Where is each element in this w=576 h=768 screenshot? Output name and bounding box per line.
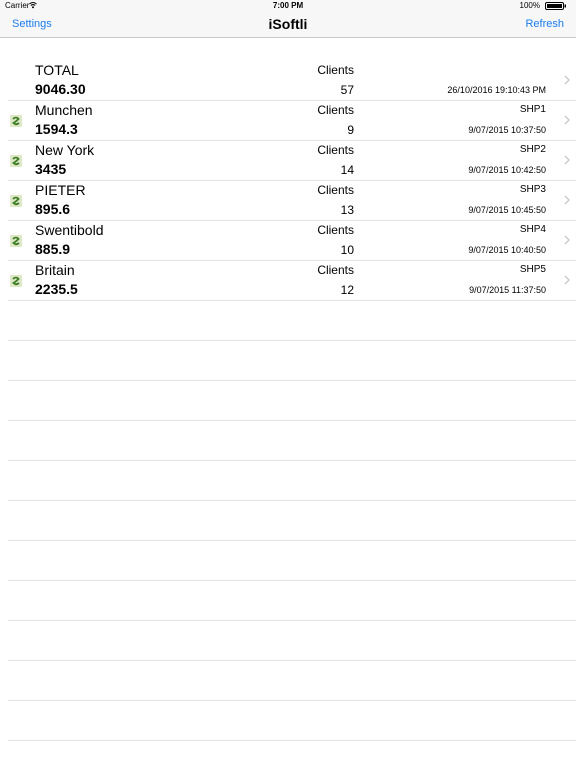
total-clients-label: Clients (317, 63, 354, 77)
shop-clients-count: 10 (340, 243, 354, 257)
shop-name: Swentibold (35, 222, 104, 238)
chevron-right-icon (564, 235, 570, 245)
shop-timestamp: 9/07/2015 10:42:50 (468, 165, 546, 175)
shop-value: 3435 (35, 161, 67, 177)
shop-icon (10, 275, 22, 287)
chevron-right-icon (564, 155, 570, 165)
empty-row (8, 421, 576, 461)
total-row[interactable]: TOTAL 9046.30 Clients 57 26/10/2016 19:1… (8, 61, 576, 101)
shop-clients-count: 12 (340, 283, 354, 297)
shop-value: 2235.5 (35, 281, 78, 297)
shop-clients-label: Clients (317, 183, 354, 197)
shop-icon (10, 115, 22, 127)
shop-code: SHP5 (519, 264, 546, 275)
battery-icon (545, 2, 566, 10)
shop-icon (10, 155, 22, 167)
shop-value: 895.6 (35, 201, 71, 217)
shop-clients-label: Clients (317, 103, 354, 117)
clock: 7:00 PM (272, 1, 304, 10)
shop-row[interactable]: Swentibold 885.9 Clients 10 SHP4 9/07/20… (8, 221, 576, 261)
shop-timestamp: 9/07/2015 10:40:50 (468, 245, 546, 255)
chevron-right-icon (564, 115, 570, 125)
shop-name: Munchen (35, 102, 93, 118)
shop-timestamp: 9/07/2015 10:45:50 (468, 205, 546, 215)
shop-row[interactable]: New York 3435 Clients 14 SHP2 9/07/2015 … (8, 141, 576, 181)
empty-row (8, 341, 576, 381)
shop-list: TOTAL 9046.30 Clients 57 26/10/2016 19:1… (0, 61, 576, 741)
empty-row (8, 461, 576, 501)
battery-percent: 100% (519, 1, 540, 10)
shop-clients-count: 9 (347, 123, 354, 137)
shop-row[interactable]: PIETER 895.6 Clients 13 SHP3 9/07/2015 1… (8, 181, 576, 221)
empty-row (8, 381, 576, 421)
shop-row[interactable]: Britain 2235.5 Clients 12 SHP5 9/07/2015… (8, 261, 576, 301)
shop-name: New York (35, 142, 95, 158)
shop-clients-label: Clients (317, 223, 354, 237)
empty-row (8, 541, 576, 581)
chevron-right-icon (564, 275, 570, 285)
total-name: TOTAL (35, 62, 79, 78)
empty-row (8, 701, 576, 741)
shop-code: SHP4 (519, 224, 546, 235)
shop-clients-label: Clients (317, 143, 354, 157)
shop-name: PIETER (35, 182, 86, 198)
shop-clients-label: Clients (317, 263, 354, 277)
shop-row[interactable]: Munchen 1594.3 Clients 9 SHP1 9/07/2015 … (8, 101, 576, 141)
chevron-right-icon (564, 75, 570, 85)
shop-clients-count: 14 (340, 163, 354, 177)
empty-row (8, 661, 576, 701)
empty-row (8, 301, 576, 341)
shop-icon (10, 235, 22, 247)
total-clients-count: 57 (340, 83, 354, 97)
refresh-button[interactable]: Refresh (525, 17, 564, 31)
shop-clients-count: 13 (340, 203, 354, 217)
shop-code: SHP3 (519, 184, 546, 195)
navigation-bar: Settings iSoftli Refresh (0, 12, 576, 38)
shop-name: Britain (35, 262, 75, 278)
chevron-right-icon (564, 195, 570, 205)
status-bar: Carrier 7:00 PM 100% (0, 0, 576, 12)
shop-timestamp: 9/07/2015 10:37:50 (468, 125, 546, 135)
empty-row (8, 581, 576, 621)
shop-code: SHP2 (519, 144, 546, 155)
shop-icon (10, 195, 22, 207)
shop-code: SHP1 (519, 104, 546, 115)
shop-value: 1594.3 (35, 121, 78, 137)
empty-row (8, 621, 576, 661)
shop-value: 885.9 (35, 241, 71, 257)
empty-row (8, 501, 576, 541)
page-title: iSoftli (268, 16, 308, 32)
total-timestamp: 26/10/2016 19:10:43 PM (447, 85, 546, 95)
shop-timestamp: 9/07/2015 11:37:50 (469, 285, 546, 295)
total-value: 9046.30 (35, 81, 86, 97)
